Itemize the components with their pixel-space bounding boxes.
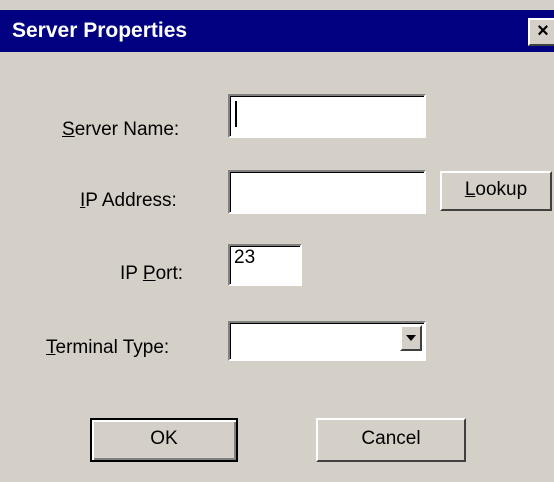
ip-port-label-prefix: IP [120,263,143,284]
terminal-type-mnemonic: T [46,337,56,358]
text-caret [235,101,237,127]
ip-address-input[interactable] [228,170,426,214]
dropdown-button[interactable] [400,325,422,351]
lookup-label: ookup [475,179,528,200]
server-name-input[interactable] [228,94,426,138]
server-name-mnemonic: S [62,119,75,140]
server-properties-dialog: Server Properties × Server Name: IP Addr… [0,0,554,482]
close-icon: × [537,20,549,42]
title-bar[interactable]: Server Properties × [0,10,554,52]
ip-address-label: IP Address: [80,189,177,213]
chevron-down-icon [406,335,416,341]
ip-port-mnemonic: P [142,263,156,284]
server-name-label: Server Name: [62,118,179,142]
ip-port-label-text: ort: [155,263,184,284]
server-name-label-text: erver Name: [74,119,180,140]
lookup-button[interactable]: Lookup [440,171,552,211]
terminal-type-label: Terminal Type: [46,336,169,360]
ok-button[interactable]: OK [90,418,238,462]
terminal-type-select[interactable] [228,321,426,361]
lookup-mnemonic: L [464,179,476,200]
cancel-button[interactable]: Cancel [316,418,466,462]
terminal-type-label-text: erminal Type: [55,337,170,358]
close-button[interactable]: × [528,18,554,46]
ip-port-value: 23 [234,247,256,268]
ip-port-input[interactable]: 23 [228,244,302,286]
ip-address-label-text: P Address: [85,190,177,211]
window-title: Server Properties [12,19,188,42]
ip-port-label: IP Port: [120,262,183,286]
